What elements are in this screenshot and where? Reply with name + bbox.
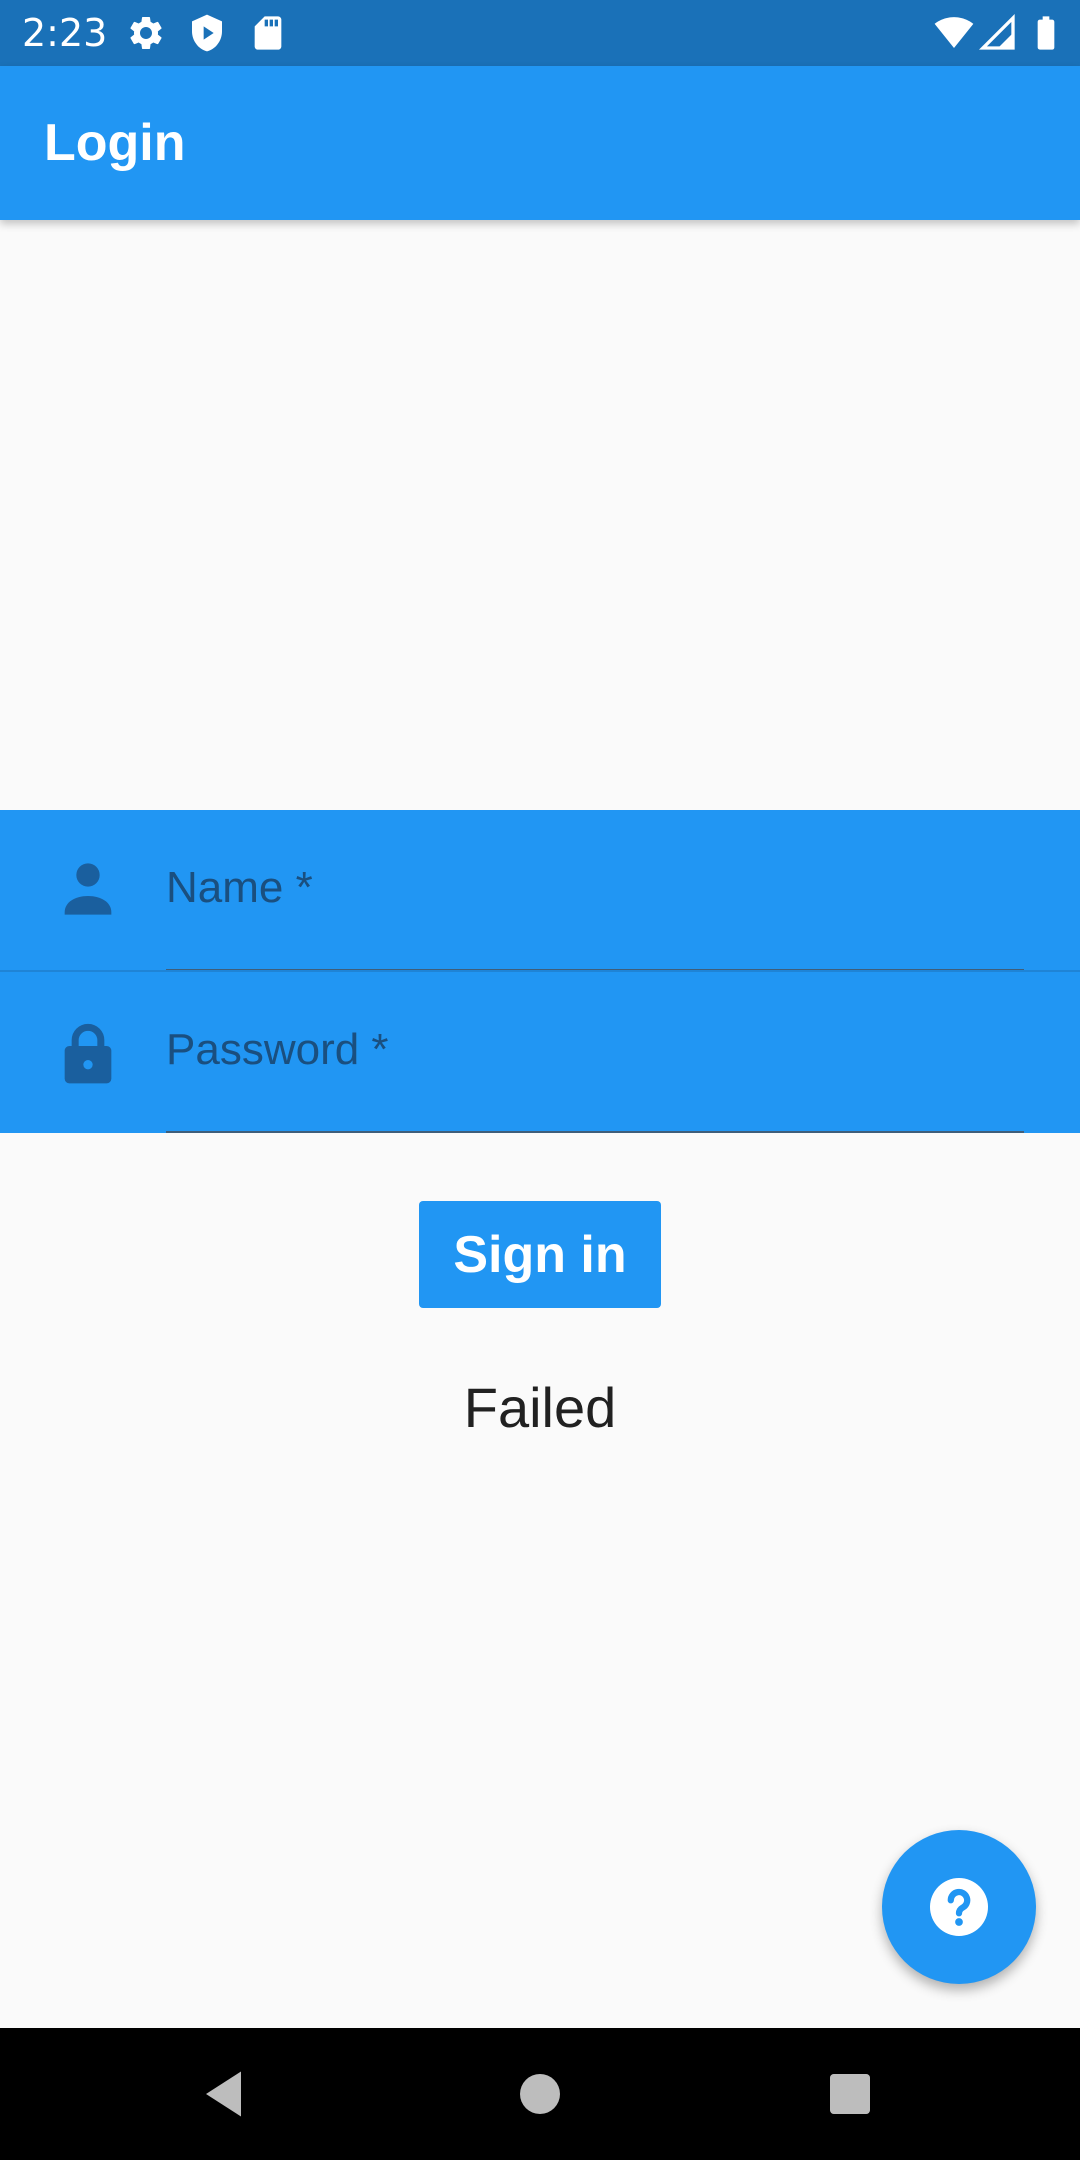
status-message: Failed	[463, 1376, 617, 1439]
sd-card-icon	[248, 13, 288, 53]
status-time: 2:23	[22, 11, 108, 55]
lock-icon	[60, 1020, 116, 1086]
login-screen: 2:23 Login Name * Password * Sign in Fai…	[0, 0, 1080, 2160]
back-icon[interactable]	[196, 2064, 256, 2124]
home-icon[interactable]	[510, 2064, 570, 2124]
battery-icon	[1026, 13, 1066, 53]
wifi-icon	[934, 13, 974, 53]
signal-icon	[978, 13, 1018, 53]
shield-play-icon	[187, 13, 227, 53]
page-title: Login	[44, 114, 186, 172]
recents-icon[interactable]	[820, 2064, 880, 2124]
password-field-label: Password *	[166, 1025, 389, 1074]
help-fab[interactable]	[882, 1830, 1036, 1984]
app-bar: Login	[0, 66, 1080, 220]
sign-in-button[interactable]: Sign in	[419, 1201, 661, 1308]
password-field[interactable]: Password *	[0, 972, 1080, 1133]
gear-icon	[126, 13, 166, 53]
navigation-bar	[0, 2028, 1080, 2160]
name-field-label: Name *	[166, 863, 313, 912]
status-bar: 2:23	[0, 0, 1080, 66]
help-icon	[930, 1878, 988, 1936]
person-icon	[60, 856, 116, 922]
name-field[interactable]: Name *	[0, 810, 1080, 971]
password-field-underline	[166, 1131, 1024, 1133]
